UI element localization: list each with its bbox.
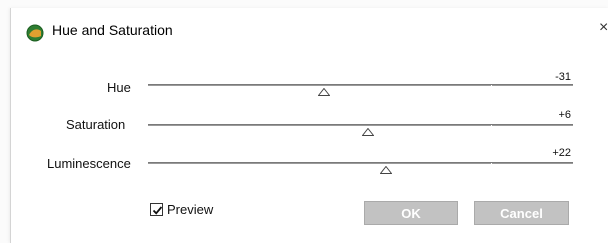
saturation-value: +6 bbox=[558, 109, 571, 121]
cancel-button[interactable]: Cancel bbox=[474, 201, 569, 225]
hue-label: Hue bbox=[107, 80, 131, 95]
saturation-slider-thumb[interactable] bbox=[361, 128, 374, 136]
title-bar[interactable]: Hue and Saturation × bbox=[11, 8, 608, 42]
saturation-slider[interactable] bbox=[148, 124, 573, 129]
saturation-label: Saturation bbox=[66, 117, 126, 132]
luminescence-value: +22 bbox=[552, 147, 571, 159]
slider-center-mark bbox=[491, 163, 492, 167]
hue-value: -31 bbox=[555, 71, 571, 83]
slider-thumb-icon bbox=[317, 88, 330, 96]
ok-button[interactable]: OK bbox=[364, 201, 458, 225]
preview-label[interactable]: Preview bbox=[167, 202, 213, 217]
luminescence-label: Luminescence bbox=[47, 156, 131, 171]
hue-saturation-dialog: Hue and Saturation × Hue -31 Saturation … bbox=[10, 8, 608, 243]
hue-slider[interactable] bbox=[148, 84, 573, 89]
checkmark-icon bbox=[152, 206, 163, 215]
luminescence-slider[interactable] bbox=[148, 162, 573, 167]
luminescence-slider-thumb[interactable] bbox=[380, 166, 393, 174]
preview-checkbox[interactable] bbox=[150, 203, 163, 216]
slider-thumb-icon bbox=[380, 166, 393, 174]
window-title: Hue and Saturation bbox=[52, 22, 173, 38]
hue-slider-thumb[interactable] bbox=[317, 88, 330, 96]
slider-center-mark bbox=[491, 125, 492, 129]
slider-thumb-icon bbox=[361, 128, 374, 136]
slider-center-mark bbox=[491, 85, 492, 89]
close-icon[interactable]: × bbox=[599, 19, 608, 37]
app-icon bbox=[26, 24, 44, 42]
